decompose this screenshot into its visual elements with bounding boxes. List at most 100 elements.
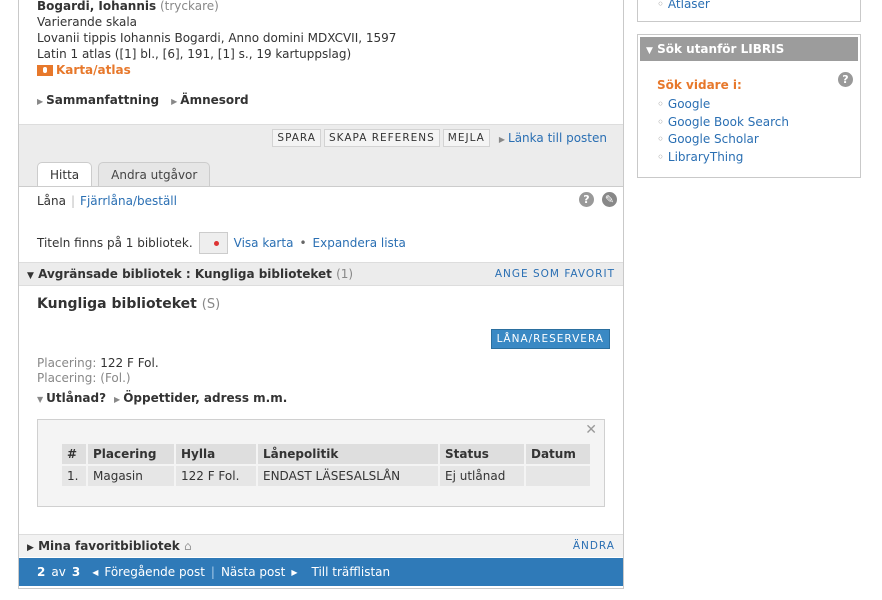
tab-andra-utgavor[interactable]: Andra utgåvor [98, 162, 211, 186]
link-google[interactable]: Google [657, 96, 789, 114]
library-count: (1) [336, 267, 354, 281]
placement-label: Placering: [37, 371, 97, 385]
library-name-label: Kungliga biblioteket [37, 296, 197, 312]
table-header-row: # Placering Hylla Lånepolitik Status Dat… [62, 444, 590, 464]
toggle-label: Ämnesord [180, 93, 249, 107]
link-to-record-label: Länka till posten [508, 131, 607, 145]
record-actions: SPARA SKAPA REFERENS MEJLA ▶ Länka till p… [272, 129, 607, 147]
toggle-label: Sammanfattning [46, 93, 160, 107]
record-navigation: 2 av 3 ◀ Föregående post | Nästa post ▶ … [19, 558, 623, 586]
table-cell: ENDAST LÄSESALSLÅN [258, 466, 438, 486]
table-row: 1. Magasin 122 F Fol. ENDAST LÄSESALSLÅN… [62, 466, 590, 486]
map-icon [37, 64, 53, 76]
toggle-label: Utlånad? [46, 391, 107, 405]
loan-status-popup: ✕ # Placering Hylla Lånepolitik Status D… [37, 419, 605, 507]
triangle-right-icon: ▶ [498, 135, 506, 144]
toggle-sammanfattning[interactable]: ▶ Sammanfattning [37, 93, 159, 107]
record-details: Bogardi, Iohannis (tryckare) Varierande … [37, 0, 597, 78]
author-role: (tryckare) [159, 0, 219, 13]
bullet: • [299, 236, 307, 250]
toggle-amnesord[interactable]: ▶ Ämnesord [171, 93, 249, 107]
wrench-icon[interactable]: ✎ [602, 192, 617, 207]
toggle-utlanad[interactable]: ▼ Utlånad? [37, 391, 106, 405]
triangle-right-icon: ▶ [37, 97, 44, 106]
column-header: Datum [526, 444, 590, 464]
record-author[interactable]: Bogardi, Iohannis [37, 0, 156, 13]
triangle-down-icon: ▼ [646, 46, 653, 56]
column-header: Hylla [176, 444, 256, 464]
set-favorite-button[interactable]: ANGE SOM FAVORIT [495, 268, 615, 280]
placement-value: 122 F Fol. [100, 356, 159, 370]
toggle-label: Öppettider, adress m.m. [123, 391, 288, 405]
show-map-link[interactable]: Visa karta [234, 236, 294, 250]
triangle-right-icon: ▶ [171, 97, 178, 106]
of-label: av [51, 565, 66, 579]
sidebar-header[interactable]: ▼ Sök utanför LIBRIS [640, 37, 858, 61]
loan-options: Låna | Fjärrlåna/beställ [37, 194, 177, 208]
record-panel: Bogardi, Iohannis (tryckare) Varierande … [18, 0, 624, 589]
separator: | [210, 565, 215, 579]
save-button[interactable]: SPARA [272, 129, 321, 147]
library-code: (S) [201, 297, 221, 312]
arrow-left-icon: ◀ [92, 567, 99, 577]
tab-hitta[interactable]: Hitta [37, 162, 93, 186]
link-label: Google Scholar [667, 132, 759, 146]
help-icon[interactable]: ? [838, 72, 853, 87]
limited-libraries-header[interactable]: ▼ Avgränsade bibliotek : Kungliga biblio… [19, 262, 623, 286]
link-label: LibraryThing [667, 149, 744, 164]
sidebar-link-atlaser[interactable]: ◦ Atlaser [657, 0, 710, 10]
arrow-right-icon: ▶ [291, 567, 298, 577]
placement-1: Placering: 122 F Fol. [37, 356, 159, 370]
sidebar-header-label: Sök utanför LIBRIS [657, 42, 785, 56]
find-panel: Låna | Fjärrlåna/beställ ? ✎ Titeln finns … [19, 186, 623, 264]
link-google-scholar[interactable]: Google Scholar [657, 131, 789, 149]
loan-option[interactable]: Låna [37, 194, 66, 208]
table-cell: Ej utlånad [440, 466, 524, 486]
link-google-book-search[interactable]: Google Book Search [657, 114, 789, 132]
borrow-reserve-button[interactable]: LÅNA/RESERVERA [490, 329, 610, 349]
close-icon[interactable]: ✕ [585, 422, 597, 438]
table-cell: Magasin [88, 466, 174, 486]
edit-favorites-button[interactable]: ÄNDRA [573, 540, 615, 552]
link-librarything[interactable]: LibraryThing [657, 149, 789, 167]
email-button[interactable]: MEJLA [442, 129, 490, 147]
table-cell: 1. [62, 466, 86, 486]
toggle-oppettider[interactable]: ▶ Öppettider, adress m.m. [114, 391, 287, 405]
search-outside-libris: ▼ Sök utanför LIBRIS ? Sök vidare i: Goo… [637, 34, 861, 178]
table-cell: 122 F Fol. [176, 466, 256, 486]
favorite-libraries-title: ▶ Mina favoritbibliotek ⌂ [27, 539, 192, 553]
triangle-down-icon: ▼ [37, 395, 44, 404]
placement-label: Placering: [37, 356, 97, 370]
back-to-results-link[interactable]: Till träfflistan [311, 565, 390, 579]
record-publication: Lovanii tippis Iohannis Bogardi, Anno do… [37, 31, 397, 45]
search-further-label: Sök vidare i: [657, 78, 742, 92]
link-to-record[interactable]: ▶ Länka till posten [499, 131, 607, 145]
create-reference-button[interactable]: SKAPA REFERENS [323, 129, 440, 147]
triangle-right-icon: ▶ [114, 395, 121, 404]
favorite-libraries-label: Mina favoritbibliotek [38, 539, 180, 553]
help-icon[interactable]: ? [579, 192, 594, 207]
record-description: Latin 1 atlas ([1] bl., [6], 191, [1] s.… [37, 47, 352, 61]
column-header: # [62, 444, 86, 464]
previous-record-link[interactable]: Föregående post [104, 565, 205, 579]
expand-list-link[interactable]: Expandera lista [313, 236, 406, 250]
separator: | [71, 194, 76, 208]
sidebar-link-label: Atlaser [667, 0, 710, 10]
library-toggles: ▼ Utlånad? ▶ Öppettider, adress m.m. [37, 391, 287, 405]
record-type: Karta/atlas [37, 62, 597, 78]
record-toggles: ▶ Sammanfattning ▶ Ämnesord [37, 93, 249, 107]
sidebar-top-box: ◦ Atlaser [637, 0, 861, 22]
link-label: Google [667, 97, 711, 111]
availability-text: Titeln finns på 1 bibliotek. [37, 236, 193, 250]
triangle-right-icon: ▶ [27, 543, 34, 553]
next-record-link[interactable]: Nästa post [221, 565, 285, 579]
home-icon: ⌂ [183, 539, 192, 553]
total-records: 3 [71, 565, 81, 579]
availability-line: Titeln finns på 1 bibliotek. Visa karta … [37, 232, 406, 254]
limited-libraries-label: Avgränsade bibliotek : Kungliga bibliote… [38, 267, 332, 281]
interlibrary-loan-link[interactable]: Fjärrlåna/beställ [80, 194, 177, 208]
record-type-label: Karta/atlas [56, 63, 131, 77]
column-header: Status [440, 444, 524, 464]
map-thumbnail-icon[interactable] [198, 232, 228, 254]
favorite-libraries-header[interactable]: ▶ Mina favoritbibliotek ⌂ ÄNDRA [19, 534, 623, 557]
